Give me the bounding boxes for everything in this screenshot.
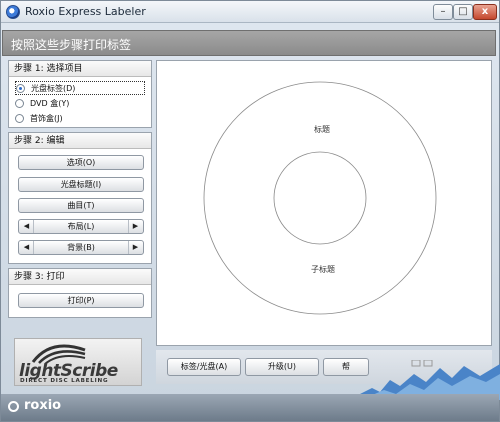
radio-icon [15, 98, 24, 108]
step2-title: 步骤 2: 编辑 [9, 133, 151, 149]
title-bar[interactable]: Roxio Express Labeler – □ x [1, 1, 499, 23]
upgrade-button[interactable]: 升级(U) [245, 358, 319, 376]
window-title: Roxio Express Labeler [25, 5, 146, 18]
instruction-bar: 按照这些步骤打印标签 [2, 30, 496, 56]
disc-title-text[interactable]: 标题 [314, 124, 330, 135]
background-selector: 背景(B) ◀ ▶ [18, 240, 144, 255]
radio-jewel-case[interactable]: 首饰盒(J) [15, 111, 63, 125]
step3-title: 步骤 3: 打印 [9, 269, 151, 285]
layout-label: 布局(L) [67, 222, 95, 231]
radio-label: 光盘标签(D) [31, 83, 76, 93]
radio-selected-icon [16, 83, 25, 93]
layout-prev-arrow-icon[interactable]: ◀ [20, 220, 34, 233]
radio-label: DVD 盒(Y) [30, 98, 70, 108]
step1-title: 步骤 1: 选择项目 [9, 61, 151, 77]
roxio-logo-icon [8, 401, 19, 412]
lightscribe-logo: lightScribe DIRECT DISC LABELING [14, 338, 142, 386]
disc-title-button[interactable]: 光盘标题(I) [18, 177, 144, 192]
disc-outline [203, 81, 437, 315]
maximize-button[interactable]: □ [453, 4, 473, 20]
label-disc-button[interactable]: 标签/光盘(A) [167, 358, 241, 376]
step1-panel: 步骤 1: 选择项目 光盘标签(D) DVD 盒(Y) 首饰盒(J) [8, 60, 152, 128]
label-preview-canvas[interactable] [156, 60, 492, 346]
roxio-brand: roxio [24, 398, 62, 413]
layout-selector: 布局(L) ◀ ▶ [18, 219, 144, 234]
background-next-arrow-icon[interactable]: ▶ [128, 241, 142, 254]
background-prev-arrow-icon[interactable]: ◀ [20, 241, 34, 254]
radio-label: 首饰盒(J) [30, 113, 63, 123]
background-label: 背景(B) [67, 243, 95, 252]
minimize-button[interactable]: – [433, 4, 453, 20]
footer-bar [1, 394, 499, 421]
app-logo-icon [6, 5, 20, 19]
lightscribe-tagline: DIRECT DISC LABELING [20, 378, 109, 384]
radio-disc-label[interactable]: 光盘标签(D) [15, 81, 145, 95]
instruction-text: 按照这些步骤打印标签 [11, 38, 132, 52]
radio-dvd-case[interactable]: DVD 盒(Y) [15, 96, 69, 110]
close-button[interactable]: x [473, 4, 497, 20]
disc-subtitle-text[interactable]: 子标题 [311, 264, 335, 275]
layout-next-arrow-icon[interactable]: ▶ [128, 220, 142, 233]
print-button[interactable]: 打印(P) [18, 293, 144, 308]
step3-panel: 步骤 3: 打印 打印(P) [8, 268, 152, 318]
step2-panel: 步骤 2: 编辑 选项(O) 光盘标题(I) 曲目(T) 布局(L) ◀ ▶ 背… [8, 132, 152, 264]
radio-icon [15, 113, 24, 123]
options-button[interactable]: 选项(O) [18, 155, 144, 170]
tracks-button[interactable]: 曲目(T) [18, 198, 144, 213]
